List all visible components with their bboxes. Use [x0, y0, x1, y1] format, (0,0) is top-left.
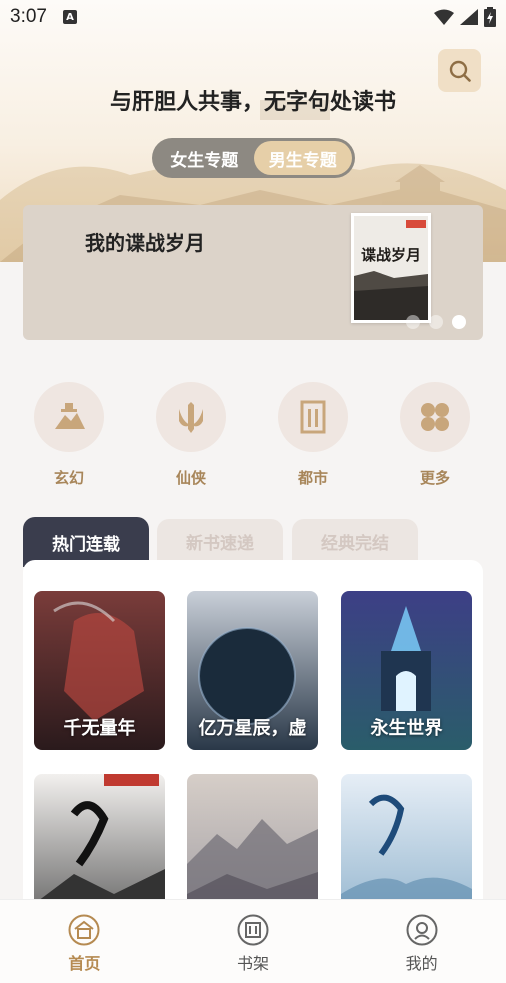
tab-male-topic[interactable]: 男生专题	[253, 141, 352, 175]
gender-toggle: 女生专题 男生专题	[152, 138, 355, 178]
category-dushi[interactable]: 都市	[268, 382, 358, 488]
status-bar: 3:07 A	[0, 0, 506, 34]
search-icon	[449, 60, 471, 82]
a-icon: A	[62, 10, 77, 24]
nav-bookshelf[interactable]: 书架	[169, 900, 338, 983]
category-more[interactable]: 更多	[390, 382, 480, 488]
home-icon	[68, 914, 100, 946]
battery-icon	[484, 7, 496, 27]
book-title: 永生世界	[370, 718, 443, 739]
mountain-icon	[55, 403, 85, 429]
grid-icon	[421, 403, 449, 431]
nav-label: 书架	[237, 954, 270, 973]
sword-icon	[179, 402, 203, 433]
category-icon-wrap	[156, 382, 226, 452]
book-grid-panel: 千无量年 亿万星辰，虚 永生世界	[23, 560, 483, 933]
category-icon-wrap	[34, 382, 104, 452]
category-label: 玄幻	[53, 469, 84, 487]
banner-dot[interactable]	[429, 315, 443, 329]
banner-book-cover[interactable]: 谍战岁月	[351, 213, 431, 323]
ranking-tabs: 热门连载 新书速递 经典完结	[23, 517, 483, 567]
banner-cover-text: 谍战岁月	[361, 246, 421, 264]
category-icon-wrap	[400, 382, 470, 452]
book-card[interactable]: 亿万星辰，虚	[187, 591, 318, 750]
book-title: 亿万星辰，虚	[198, 718, 307, 739]
category-label: 都市	[297, 469, 328, 487]
category-xianxia[interactable]: 仙侠	[146, 382, 236, 488]
bottom-navigation: 首页 书架 我的	[0, 899, 506, 983]
banner-dot[interactable]	[406, 315, 420, 329]
banner-cover-art: 谍战岁月	[354, 216, 428, 320]
status-time: 3:07	[10, 6, 47, 27]
book-title: 千无量年	[63, 718, 136, 739]
tab-classic-complete[interactable]: 经典完结	[292, 519, 418, 563]
signal-icon	[460, 9, 478, 25]
header-slogan: 与肝胆人共事，无字句处读书	[109, 89, 396, 115]
banner-pagination	[406, 315, 466, 329]
banner-dot-active[interactable]	[452, 315, 466, 329]
nav-label: 首页	[68, 954, 101, 973]
book-card[interactable]: 千无量年	[34, 591, 165, 750]
banner-title: 我的谍战岁月	[85, 231, 205, 255]
category-label: 更多	[419, 469, 450, 487]
book-card[interactable]: 永生世界	[341, 591, 472, 750]
category-icon-wrap	[278, 382, 348, 452]
category-xuanhuan[interactable]: 玄幻	[24, 382, 114, 488]
profile-icon	[406, 914, 438, 946]
category-label: 仙侠	[175, 469, 206, 487]
tab-female-topic[interactable]: 女生专题	[155, 141, 254, 175]
nav-home[interactable]: 首页	[0, 900, 169, 983]
featured-banner[interactable]: 我的谍战岁月 谍战岁月	[23, 205, 483, 340]
status-icons	[434, 7, 496, 27]
tab-new-books[interactable]: 新书速递	[157, 519, 283, 563]
wifi-icon	[434, 9, 454, 25]
nav-profile[interactable]: 我的	[337, 900, 506, 983]
nav-label: 我的	[405, 954, 438, 973]
category-grid: 玄幻 仙侠 都市 更多	[0, 382, 506, 492]
bookshelf-icon	[237, 914, 269, 946]
building-icon	[300, 400, 326, 434]
